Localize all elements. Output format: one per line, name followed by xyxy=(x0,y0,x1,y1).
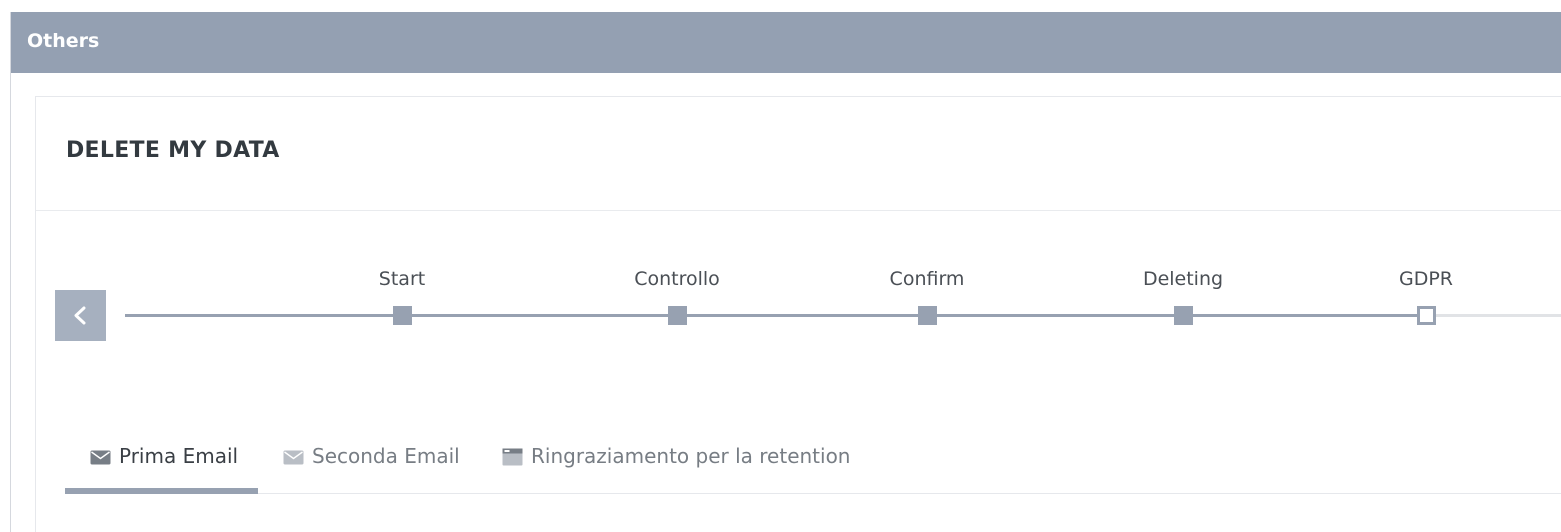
stepper-track-remaining xyxy=(1426,314,1561,317)
envelope-icon xyxy=(283,450,304,465)
envelope-icon xyxy=(90,450,111,465)
step-label: GDPR xyxy=(1398,268,1454,290)
step-marker xyxy=(1174,306,1193,325)
stepper-track-progress xyxy=(125,314,1426,317)
active-tab-indicator xyxy=(65,488,258,494)
tab-label: Seconda Email xyxy=(312,444,460,468)
chevron-left-icon xyxy=(74,306,86,325)
step-marker xyxy=(918,306,937,325)
step-label: Confirm xyxy=(889,268,965,290)
tab-prima-email[interactable]: Prima Email xyxy=(90,443,258,493)
stepper-prev-button[interactable] xyxy=(55,290,106,341)
card-header: DELETE MY DATA xyxy=(36,97,1561,211)
panel-header: Others xyxy=(11,12,1561,73)
step-marker-current xyxy=(1417,306,1436,325)
tab-label: Ringraziamento per la retention xyxy=(531,444,851,468)
panel-title: Others xyxy=(27,30,100,52)
step-label: Deleting xyxy=(1142,268,1224,290)
card-title: DELETE MY DATA xyxy=(66,138,280,163)
step-label: Start xyxy=(378,268,426,290)
tab-label: Prima Email xyxy=(119,444,239,468)
step-label: Controllo xyxy=(634,268,720,290)
step-marker xyxy=(668,306,687,325)
step-marker xyxy=(393,306,412,325)
browser-window-icon xyxy=(502,448,523,466)
tabs-divider xyxy=(65,493,1561,494)
tab-seconda-email[interactable]: Seconda Email xyxy=(283,443,460,493)
tab-ringraziamento-retention[interactable]: Ringraziamento per la retention xyxy=(502,443,851,493)
